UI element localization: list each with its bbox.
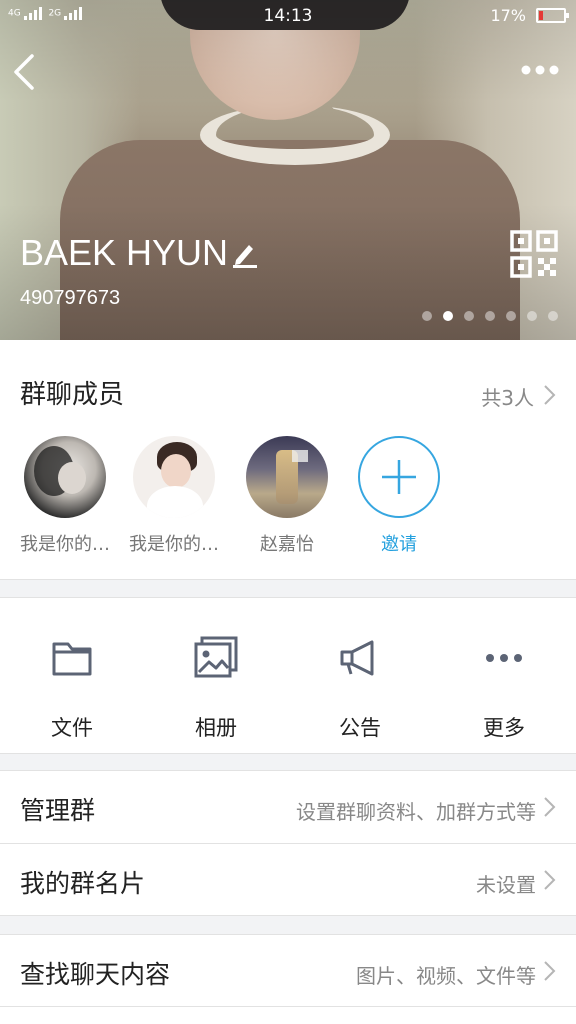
album-action[interactable]: 相册 — [156, 634, 276, 742]
search-chat-row[interactable]: 查找聊天内容 图片、视频、文件等 — [0, 934, 576, 1007]
battery-percent: 17% — [490, 6, 526, 25]
manage-group-value: 设置群聊资料、加群方式等 — [296, 800, 536, 824]
status-bar: 4G 2G 14:13 17% — [0, 0, 576, 34]
avatar — [133, 436, 215, 518]
pencil-icon — [233, 245, 257, 268]
header-photo[interactable]: 4G 2G 14:13 17% BAEK HYUN 490797673 — [0, 0, 576, 340]
page-dot — [527, 311, 537, 321]
page-dot — [485, 311, 495, 321]
qr-code-icon — [510, 230, 558, 278]
page-dot — [443, 311, 453, 321]
member-item[interactable]: 我是你的… — [119, 436, 229, 556]
group-profile-page: 4G 2G 14:13 17% BAEK HYUN 490797673 群聊成员… — [0, 0, 576, 1024]
avatar — [246, 436, 328, 518]
edit-name-button[interactable] — [232, 240, 258, 268]
files-label: 文件 — [51, 716, 93, 740]
more-label: 更多 — [483, 716, 525, 740]
chevron-right-icon — [544, 961, 556, 981]
invite-button[interactable]: 邀请 — [344, 436, 454, 556]
photo-page-indicator — [422, 311, 558, 321]
manage-group-title: 管理群 — [20, 796, 96, 825]
member-name: 我是你的… — [20, 534, 110, 555]
member-item[interactable]: 我是你的… — [10, 436, 120, 556]
group-card-title: 我的群名片 — [20, 869, 146, 898]
chevron-right-icon[interactable] — [542, 384, 556, 406]
battery-icon — [536, 8, 569, 23]
more-options-button[interactable] — [518, 56, 562, 84]
page-dot — [464, 311, 474, 321]
members-count[interactable]: 共3人 — [481, 382, 534, 411]
more-dots-icon — [521, 65, 559, 75]
plus-icon — [382, 460, 416, 494]
qr-code-button[interactable] — [510, 230, 558, 278]
search-chat-title: 查找聊天内容 — [20, 960, 171, 989]
invite-label: 邀请 — [381, 534, 417, 555]
settings-list: 管理群 设置群聊资料、加群方式等 我的群名片 未设置 — [0, 770, 576, 916]
member-item[interactable]: 赵嘉怡 — [232, 436, 342, 556]
more-action[interactable]: 更多 — [444, 634, 564, 742]
back-arrow-icon — [14, 54, 34, 90]
avatar — [24, 436, 106, 518]
page-dot — [506, 311, 516, 321]
member-name: 赵嘉怡 — [260, 534, 314, 555]
search-chat-value: 图片、视频、文件等 — [356, 964, 536, 988]
group-card-value: 未设置 — [476, 873, 536, 897]
album-icon — [194, 636, 238, 678]
battery-level — [539, 11, 544, 20]
search-list: 查找聊天内容 图片、视频、文件等 — [0, 934, 576, 1024]
page-dot — [422, 311, 432, 321]
megaphone-icon — [340, 640, 374, 676]
files-action[interactable]: 文件 — [12, 634, 132, 742]
group-name: BAEK HYUN — [20, 232, 229, 273]
group-id: 490797673 — [20, 287, 121, 309]
member-name: 我是你的… — [129, 534, 219, 555]
members-title: 群聊成员 — [20, 380, 125, 410]
page-dot — [548, 311, 558, 321]
more-horizontal-icon — [486, 654, 522, 662]
members-section: 群聊成员 共3人 我是你的… 我是你的… 赵嘉怡 邀请 — [0, 340, 576, 580]
group-card-row[interactable]: 我的群名片 未设置 — [0, 843, 576, 916]
quick-actions: 文件 相册 公告 更多 — [0, 597, 576, 754]
folder-icon — [52, 642, 92, 676]
chevron-right-icon — [544, 870, 556, 890]
album-label: 相册 — [195, 716, 237, 740]
announcement-label: 公告 — [339, 716, 381, 740]
manage-group-row[interactable]: 管理群 设置群聊资料、加群方式等 — [0, 770, 576, 843]
chevron-right-icon — [544, 797, 556, 817]
back-button[interactable] — [10, 50, 40, 94]
invite-circle — [358, 436, 440, 518]
announcement-action[interactable]: 公告 — [300, 634, 420, 742]
